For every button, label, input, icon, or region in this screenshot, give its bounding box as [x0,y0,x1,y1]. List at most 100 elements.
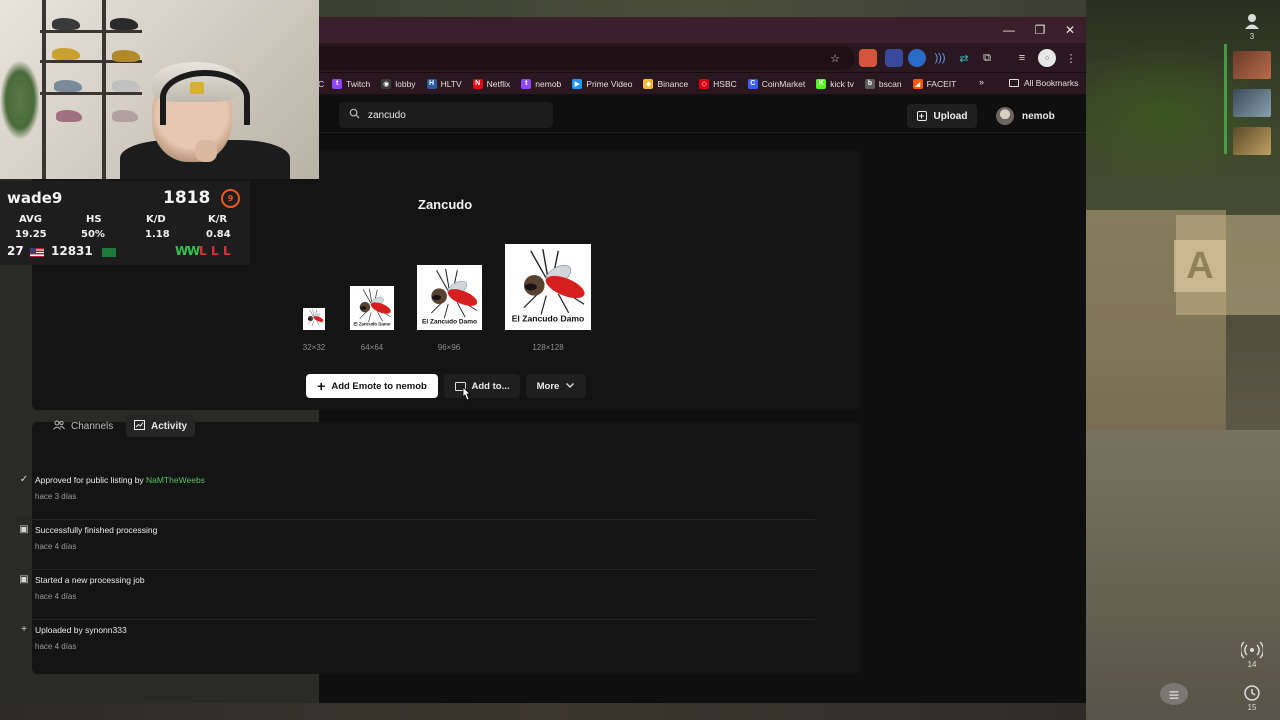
bookmark-label: kick tv [830,78,854,89]
emote-preview-32[interactable] [303,308,325,330]
ping-icon [1239,638,1265,662]
bookmark-coinmarket[interactable]: C CoinMarket [747,78,806,89]
rank-value: 27 [7,244,24,258]
extension-icon-5[interactable]: ⇄ [955,49,973,67]
player-portrait-1 [1233,51,1271,79]
bookmark-bscan[interactable]: b bscan [864,78,902,89]
bookmark-kick-tv[interactable]: Kkick tv [816,78,854,89]
upload-button[interactable]: + Upload [907,104,977,128]
match-result: L [199,244,207,258]
browser-menu-icon[interactable]: ⋮ [1062,49,1080,67]
bookmark-prime-video[interactable]: ▶ Prime Video [572,78,633,89]
bookmark-hsbc[interactable]: ◇ HSBC [699,78,737,89]
bookmark-label: Netflix [486,78,511,89]
tab-activity[interactable]: Activity [126,415,196,437]
ping-value: 14 [1247,660,1257,669]
favicon-icon: b [864,78,875,89]
upload-label: Upload [933,110,968,122]
add-to-button[interactable]: Add to... [444,374,520,398]
search-input[interactable] [368,109,538,121]
favicon-icon: C [747,78,758,89]
favicon-icon: t [521,78,532,89]
sneaker [54,80,82,92]
bookmark-lobby[interactable]: ◉ lobby [381,78,416,89]
add-emote-button[interactable]: + Add Emote to nemob [306,374,438,398]
folder-icon [1009,79,1019,87]
activity-time: hace 3 días [35,492,77,501]
activity-item: + Uploaded by synonn333 hace 4 días [13,620,815,670]
player-portrait-3 [1233,127,1271,155]
bookmark-list: t Twitch ◉ lobby H HLTV N Netflix t nemob ▶ Prime V… [332,78,967,89]
processing-icon: ▣ [19,524,29,535]
bookmark-label: CoinMarket [761,78,806,89]
cap-logo [190,82,204,94]
favicon-icon: ▶ [572,78,583,89]
emote-preview-128[interactable]: El Zancudo Damo [505,244,591,330]
browser-titlebar: — ❐ ✕ [319,17,1086,43]
sneaker [112,50,140,62]
emote-preview-96[interactable]: El Zancudo Damo [417,265,482,330]
bookmark-faceit[interactable]: ◢ FACEIT [912,78,956,89]
sneaker [112,110,138,122]
bookmark-star-icon[interactable]: ☆ [826,49,844,67]
activity-chart-icon [134,419,145,433]
activity-time: hace 4 días [35,542,77,551]
sneaker [110,18,138,30]
size-label-96: 96×96 [437,343,461,352]
bookmark-label: Prime Video [586,78,633,89]
extension-icon-4[interactable]: ))) [931,49,949,67]
settings-sliders-icon[interactable]: ≡ [1160,683,1188,705]
bookmark-binance[interactable]: ◆ Binance [643,78,689,89]
bookmark-netflix[interactable]: N Netflix [472,78,511,89]
media-control-icon[interactable]: ≡ [1013,49,1031,67]
extensions-puzzle-icon[interactable]: ⧉ [978,49,996,67]
search-bar[interactable] [339,102,553,128]
svg-text:El Zancudo Damo: El Zancudo Damo [422,319,477,326]
history-value: 15 [1247,703,1257,712]
extension-icon-1[interactable] [859,49,877,67]
favicon-icon: ◆ [643,78,654,89]
minimize-button[interactable]: — [994,17,1024,43]
favicon-icon: ◢ [912,78,923,89]
user-menu[interactable]: nemob [996,104,1055,128]
activity-user-link[interactable]: NaMTheWeebs [146,475,205,485]
emote-preview-64[interactable]: El Zancudo Damo [350,286,394,330]
bookmark-twitch[interactable]: t Twitch [332,78,371,89]
check-icon: ✓ [19,474,29,485]
bookmark-hltv[interactable]: H HLTV [426,78,462,89]
stat-header-kd: K/D [146,214,166,225]
tab-activity-label: Activity [151,420,188,432]
extension-icon-3[interactable] [908,49,926,67]
game-top-strip [319,0,1086,17]
webcam-feed [0,0,319,179]
avatar [996,107,1014,125]
bookmark-nemob[interactable]: t nemob [521,78,562,89]
match-result: L [223,244,231,258]
activity-item: ▣ Started a new processing job hace 4 días [13,570,815,620]
favicon-icon: ◇ [699,78,710,89]
activity-text: Approved for public listing by NaMTheWee… [35,475,205,485]
more-bookmarks-chevron-icon[interactable]: » [979,77,984,87]
tab-channels[interactable]: Channels [45,415,121,437]
elo-value: 1818 [163,188,211,208]
stat-value-kd: 1.18 [145,229,170,240]
all-bookmarks-folder[interactable]: All Bookmarks [1009,78,1078,88]
favicon-icon: K [816,78,827,89]
restore-button[interactable]: ❐ [1025,17,1055,43]
profile-avatar-icon[interactable]: ○ [1038,49,1056,67]
shelf-board [40,30,142,33]
bookmark-label: Binance [657,78,689,89]
address-bar[interactable] [319,46,855,70]
extension-icon-2[interactable] [885,49,903,67]
close-window-button[interactable]: ✕ [1055,17,1085,43]
add-emote-label: Add Emote to nemob [331,380,427,392]
activity-time: hace 4 días [35,642,77,651]
bookmark-label: Twitch [346,78,371,89]
bookmark-label: nemob [535,78,562,89]
more-button[interactable]: More [526,374,586,398]
faceit-stats-overlay: wade9 1818 9 AVG HS K/D K/R 19.25 50% 1.… [0,181,250,265]
game-ground [1086,430,1280,720]
bookmark-label: lobby [395,78,416,89]
shelf-board [40,92,142,95]
svg-text:El Zancudo Damo: El Zancudo Damo [512,313,585,323]
